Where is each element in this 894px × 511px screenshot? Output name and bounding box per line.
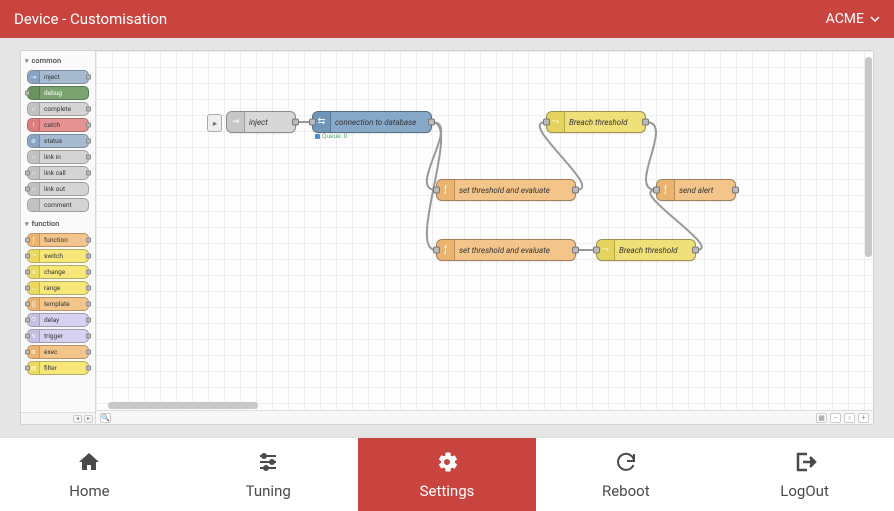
palette-node-range[interactable]: ↔range (27, 281, 89, 295)
page-title: Device - Customisation (14, 10, 167, 28)
palette-node-label: link call (44, 169, 66, 177)
wire-breach1-alert[interactable] (646, 122, 656, 190)
chevron-down-icon (870, 14, 880, 24)
palette-node-label: exec (44, 348, 57, 356)
palette-node-label: debug (44, 89, 62, 97)
palette-node-template[interactable]: {}template (27, 297, 89, 311)
flow-node-label: connection to database (335, 118, 416, 127)
tab-tuning[interactable]: Tuning (179, 438, 358, 511)
palette-footer: ◂ ▸ (21, 412, 95, 424)
org-name: ACME (826, 11, 864, 27)
tab-label: LogOut (780, 482, 829, 500)
palette-expand-icon[interactable]: ▸ (84, 415, 93, 423)
flow-node-inject[interactable]: ▸⇥inject (226, 111, 296, 133)
flow-node-label: set threshold and evaluate (459, 246, 550, 255)
palette-node-switch[interactable]: ⤳switch (27, 249, 89, 263)
link-in-icon: ○ (28, 151, 40, 163)
palette-node-label: trigger (44, 332, 63, 340)
search-icon[interactable]: 🔍 (100, 413, 111, 423)
flow-node-conn[interactable]: ⇆connection to databaseQueue: 0 (312, 111, 432, 133)
flow-node-label: send alert (679, 186, 713, 195)
palette-node-label: range (44, 284, 60, 292)
tab-label: Home (69, 482, 109, 500)
palette-node-label: template (44, 300, 70, 308)
palette-node-function[interactable]: ƒfunction (27, 233, 89, 247)
catch-icon: ! (28, 119, 40, 131)
palette-node-inject[interactable]: ⇥ inject (27, 70, 89, 84)
tab-reboot[interactable]: Reboot (536, 438, 715, 511)
org-selector[interactable]: ACME (826, 11, 880, 27)
palette-node-trigger[interactable]: ↯trigger (27, 329, 89, 343)
palette-node-label: filter (44, 364, 57, 372)
status-icon: ⊕ (28, 135, 40, 147)
zoom-in-button[interactable]: + (858, 413, 869, 423)
palette-node-delay[interactable]: ⏲delay (27, 313, 89, 327)
palette-node-link-call[interactable]: ○link call (27, 166, 89, 180)
flow-node-label: inject (249, 118, 268, 127)
flow-editor: common ⇥ inject debug ✓ complete! catch ⊕ status… (20, 50, 874, 425)
canvas-footer: 🔍 ▦ − ○ + (96, 410, 873, 424)
palette-group-function[interactable]: function (23, 216, 93, 231)
palette-group-common[interactable]: common (23, 53, 93, 68)
zoom-reset-button[interactable]: ○ (844, 413, 855, 423)
flow-node-status: Queue: 0 (315, 132, 347, 140)
node-palette: common ⇥ inject debug ✓ complete! catch ⊕ status… (21, 51, 96, 424)
flow-node-label: Breach threshold (619, 246, 677, 255)
palette-node-complete[interactable]: ✓ complete (27, 102, 89, 116)
palette-collapse-icon[interactable]: ◂ (73, 415, 82, 423)
palette-node-label: switch (44, 252, 63, 260)
logout-icon (793, 450, 817, 478)
palette-node-filter[interactable]: ▤filter (27, 361, 89, 375)
tab-label: Tuning (246, 482, 291, 500)
palette-node-label: catch (44, 121, 60, 129)
horizontal-scrollbar[interactable] (108, 402, 803, 409)
settings-icon (435, 450, 459, 478)
palette-node-debug[interactable]: debug (27, 86, 89, 100)
flow-node-label: set threshold and evaluate (459, 186, 550, 195)
palette-node-label: inject (44, 73, 60, 81)
inject-icon: ⇥ (227, 112, 245, 132)
tab-settings[interactable]: Settings (358, 438, 537, 511)
flow-canvas[interactable]: ▸ ⇥ inject ⇆connection to databaseQueue: 0 ⤳… (96, 51, 873, 424)
palette-node-change[interactable]: ≡change (27, 265, 89, 279)
complete-icon: ✓ (28, 103, 40, 115)
flow-node-breach2[interactable]: ⤳Breach threshold (596, 239, 696, 261)
vertical-scrollbar[interactable] (865, 57, 872, 408)
palette-node-label: change (44, 268, 65, 276)
comment-icon (28, 199, 40, 211)
palette-node-exec[interactable]: ⚙exec (27, 345, 89, 359)
tab-home[interactable]: Home (0, 438, 179, 511)
tuning-icon (256, 450, 280, 478)
palette-node-label: delay (44, 316, 59, 324)
palette-node-label: status (44, 137, 62, 145)
flow-node-label: Breach threshold (569, 118, 627, 127)
tab-label: Settings (420, 482, 475, 500)
inject-trigger-button[interactable]: ▸ (207, 114, 222, 132)
zoom-out-button[interactable]: − (830, 413, 841, 423)
navigator-icon[interactable]: ▦ (816, 413, 827, 423)
bottom-tab-bar: Home Tuning Settings Reboot LogOut (0, 437, 894, 511)
palette-node-catch[interactable]: ! catch (27, 118, 89, 132)
canvas-wrap: ▸ ⇥ inject ⇆connection to databaseQueue: 0 ⤳… (96, 51, 873, 424)
flow-node-eval2[interactable]: ƒset threshold and evaluate (436, 239, 576, 261)
workspace: common ⇥ inject debug ✓ complete! catch ⊕ status… (0, 38, 894, 437)
palette-node-status[interactable]: ⊕ status (27, 134, 89, 148)
tab-label: Reboot (602, 482, 650, 500)
palette-node-label: comment (44, 201, 72, 209)
palette-node-link-out[interactable]: ○link out (27, 182, 89, 196)
inject-icon: ⇥ (28, 71, 40, 83)
palette-node-label: function (44, 236, 68, 244)
flow-node-eval1[interactable]: ƒset threshold and evaluate (436, 179, 576, 201)
flow-node-breach1[interactable]: ⤳Breach threshold (546, 111, 646, 133)
tab-logout[interactable]: LogOut (715, 438, 894, 511)
top-bar: Device - Customisation ACME (0, 0, 894, 38)
palette-node-label: link out (44, 185, 65, 193)
home-icon (77, 450, 101, 478)
palette-node-label: link in (44, 153, 61, 161)
flow-node-alert[interactable]: ƒsend alert (656, 179, 736, 201)
palette-node-comment[interactable]: comment (27, 198, 89, 212)
palette-node-link-in[interactable]: ○ link in (27, 150, 89, 164)
reboot-icon (614, 450, 638, 478)
palette-node-label: complete (44, 105, 71, 113)
